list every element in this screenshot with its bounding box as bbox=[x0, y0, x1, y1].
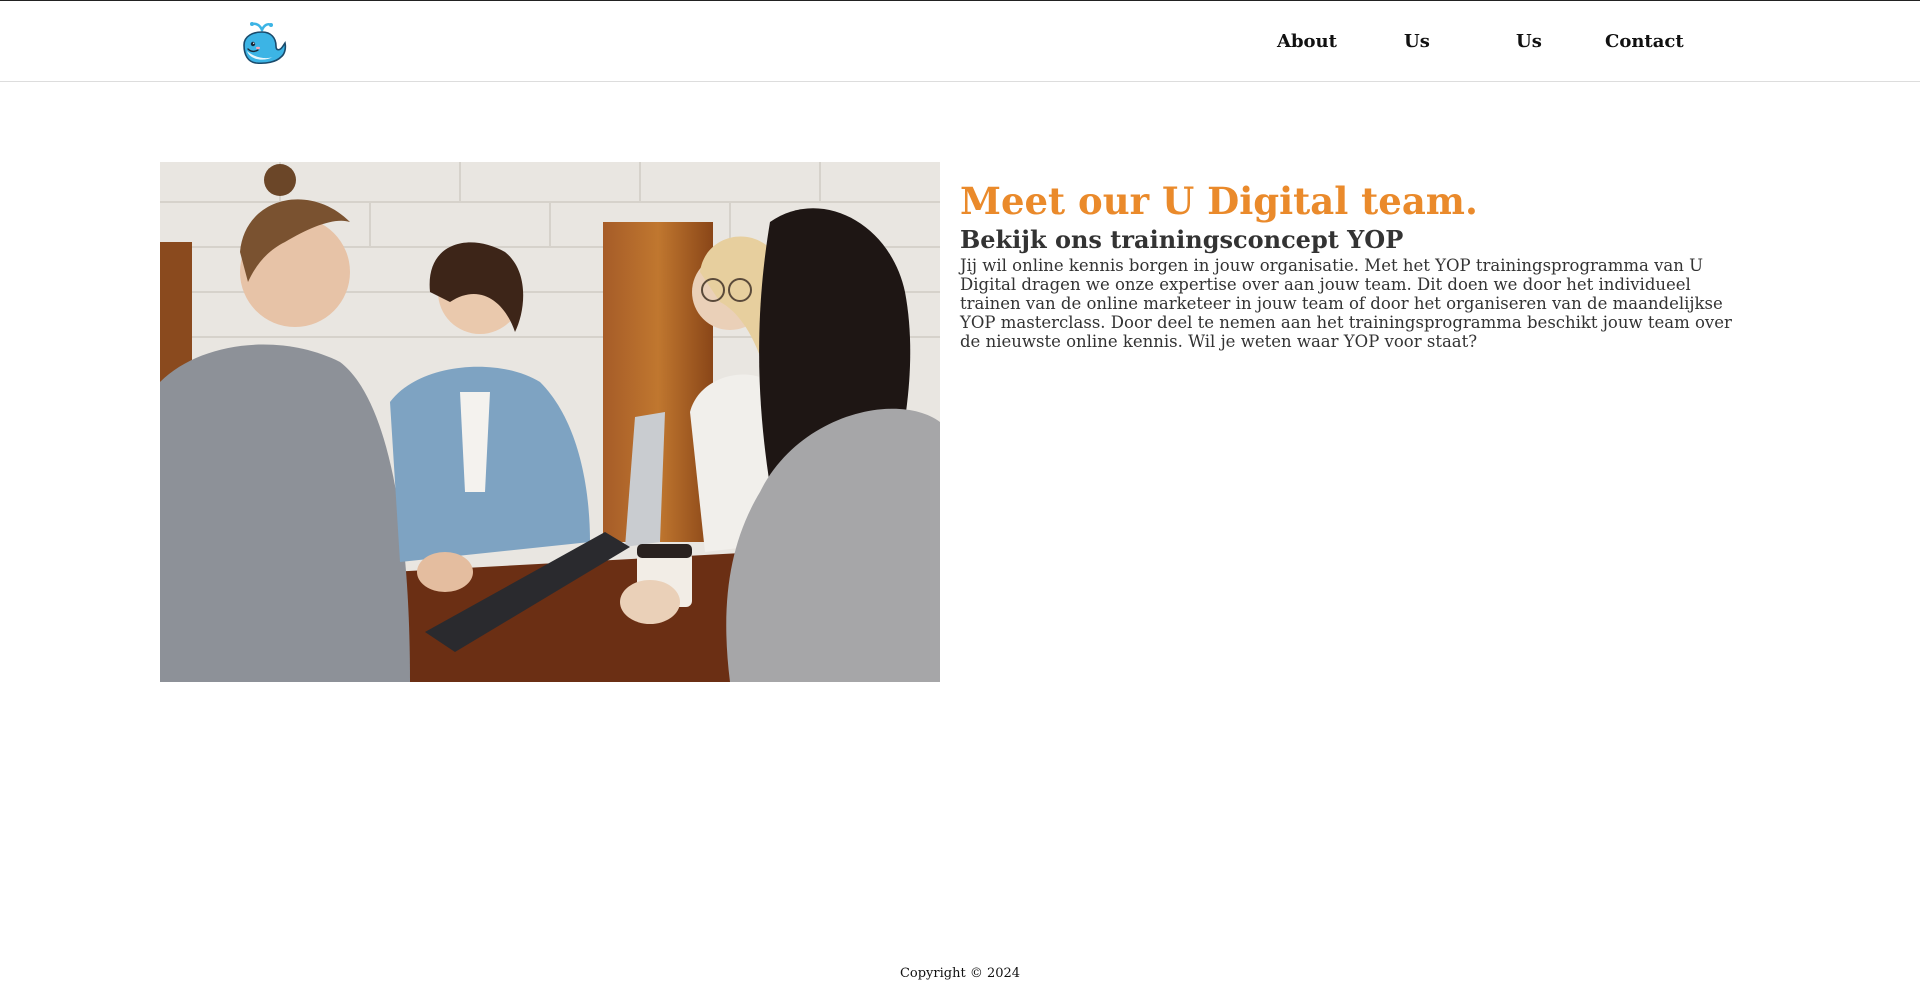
team-photo bbox=[160, 162, 940, 682]
nav-item-us-2[interactable]: Us bbox=[1516, 31, 1542, 52]
section-subtitle: Bekijk ons trainingsconcept YOP bbox=[960, 225, 1404, 254]
site-header: About Us Us Contact bbox=[0, 1, 1920, 82]
main-nav: About Us Us Contact bbox=[0, 1, 1920, 81]
nav-item-contact[interactable]: Contact bbox=[1605, 31, 1684, 52]
intro-content: Meet our U Digital team. Bekijk ons trai… bbox=[960, 178, 1750, 351]
page-title: Meet our U Digital team. bbox=[960, 179, 1478, 223]
nav-item-about[interactable]: About bbox=[1277, 31, 1337, 52]
site-footer: Copyright © 2024 bbox=[0, 966, 1920, 981]
intro-paragraph: Jij wil online kennis borgen in jouw org… bbox=[960, 256, 1732, 351]
copyright-text: Copyright © 2024 bbox=[899, 966, 1021, 981]
nav-item-us[interactable]: Us bbox=[1404, 31, 1430, 52]
